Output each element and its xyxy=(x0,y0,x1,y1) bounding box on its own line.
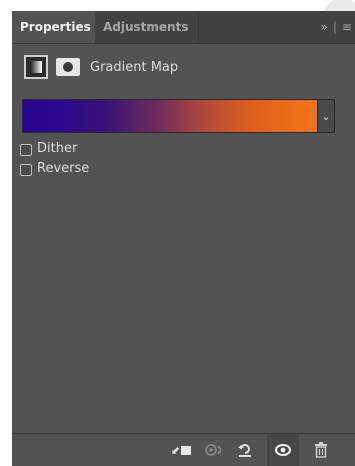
chevron-down-icon: ⌄ xyxy=(321,110,331,123)
reverse-label: Reverse xyxy=(37,161,90,176)
reset-icon[interactable] xyxy=(232,434,258,466)
panel-footer: ⬋ xyxy=(12,433,355,466)
dither-checkbox[interactable] xyxy=(20,144,32,156)
dither-label: Dither xyxy=(37,141,78,156)
tab-separator: | xyxy=(332,20,338,34)
gradient-preview[interactable] xyxy=(22,99,318,133)
gradient-dropdown-button[interactable]: ⌄ xyxy=(318,99,335,133)
layer-mask-icon[interactable] xyxy=(56,58,80,76)
expand-panels-icon[interactable]: » xyxy=(321,20,329,34)
trash-icon[interactable] xyxy=(308,434,334,466)
tab-adjustments[interactable]: Adjustments xyxy=(95,11,199,43)
reverse-checkbox[interactable] xyxy=(20,164,32,176)
tab-properties[interactable]: Properties xyxy=(12,11,95,43)
tab-controls: » | ≡ xyxy=(321,11,353,43)
clip-block-glyph xyxy=(181,446,192,455)
clip-to-layer-icon[interactable]: ⬋ xyxy=(168,434,194,466)
mask-dot xyxy=(63,62,73,72)
panel-title: Gradient Map xyxy=(90,60,179,75)
view-previous-state-icon[interactable] xyxy=(202,434,228,466)
clip-arrow-glyph: ⬋ xyxy=(170,444,181,457)
gradient-map-icon[interactable] xyxy=(24,55,48,79)
adjustment-header: Gradient Map xyxy=(12,55,355,81)
panel-menu-icon[interactable]: ≡ xyxy=(342,20,353,34)
visibility-eye-icon[interactable] xyxy=(267,434,299,466)
properties-panel: Properties Adjustments » | ≡ Gradient Map … xyxy=(12,11,355,466)
gradient-swatch xyxy=(30,61,42,73)
panel-tabbar: Properties Adjustments » | ≡ xyxy=(12,11,355,44)
